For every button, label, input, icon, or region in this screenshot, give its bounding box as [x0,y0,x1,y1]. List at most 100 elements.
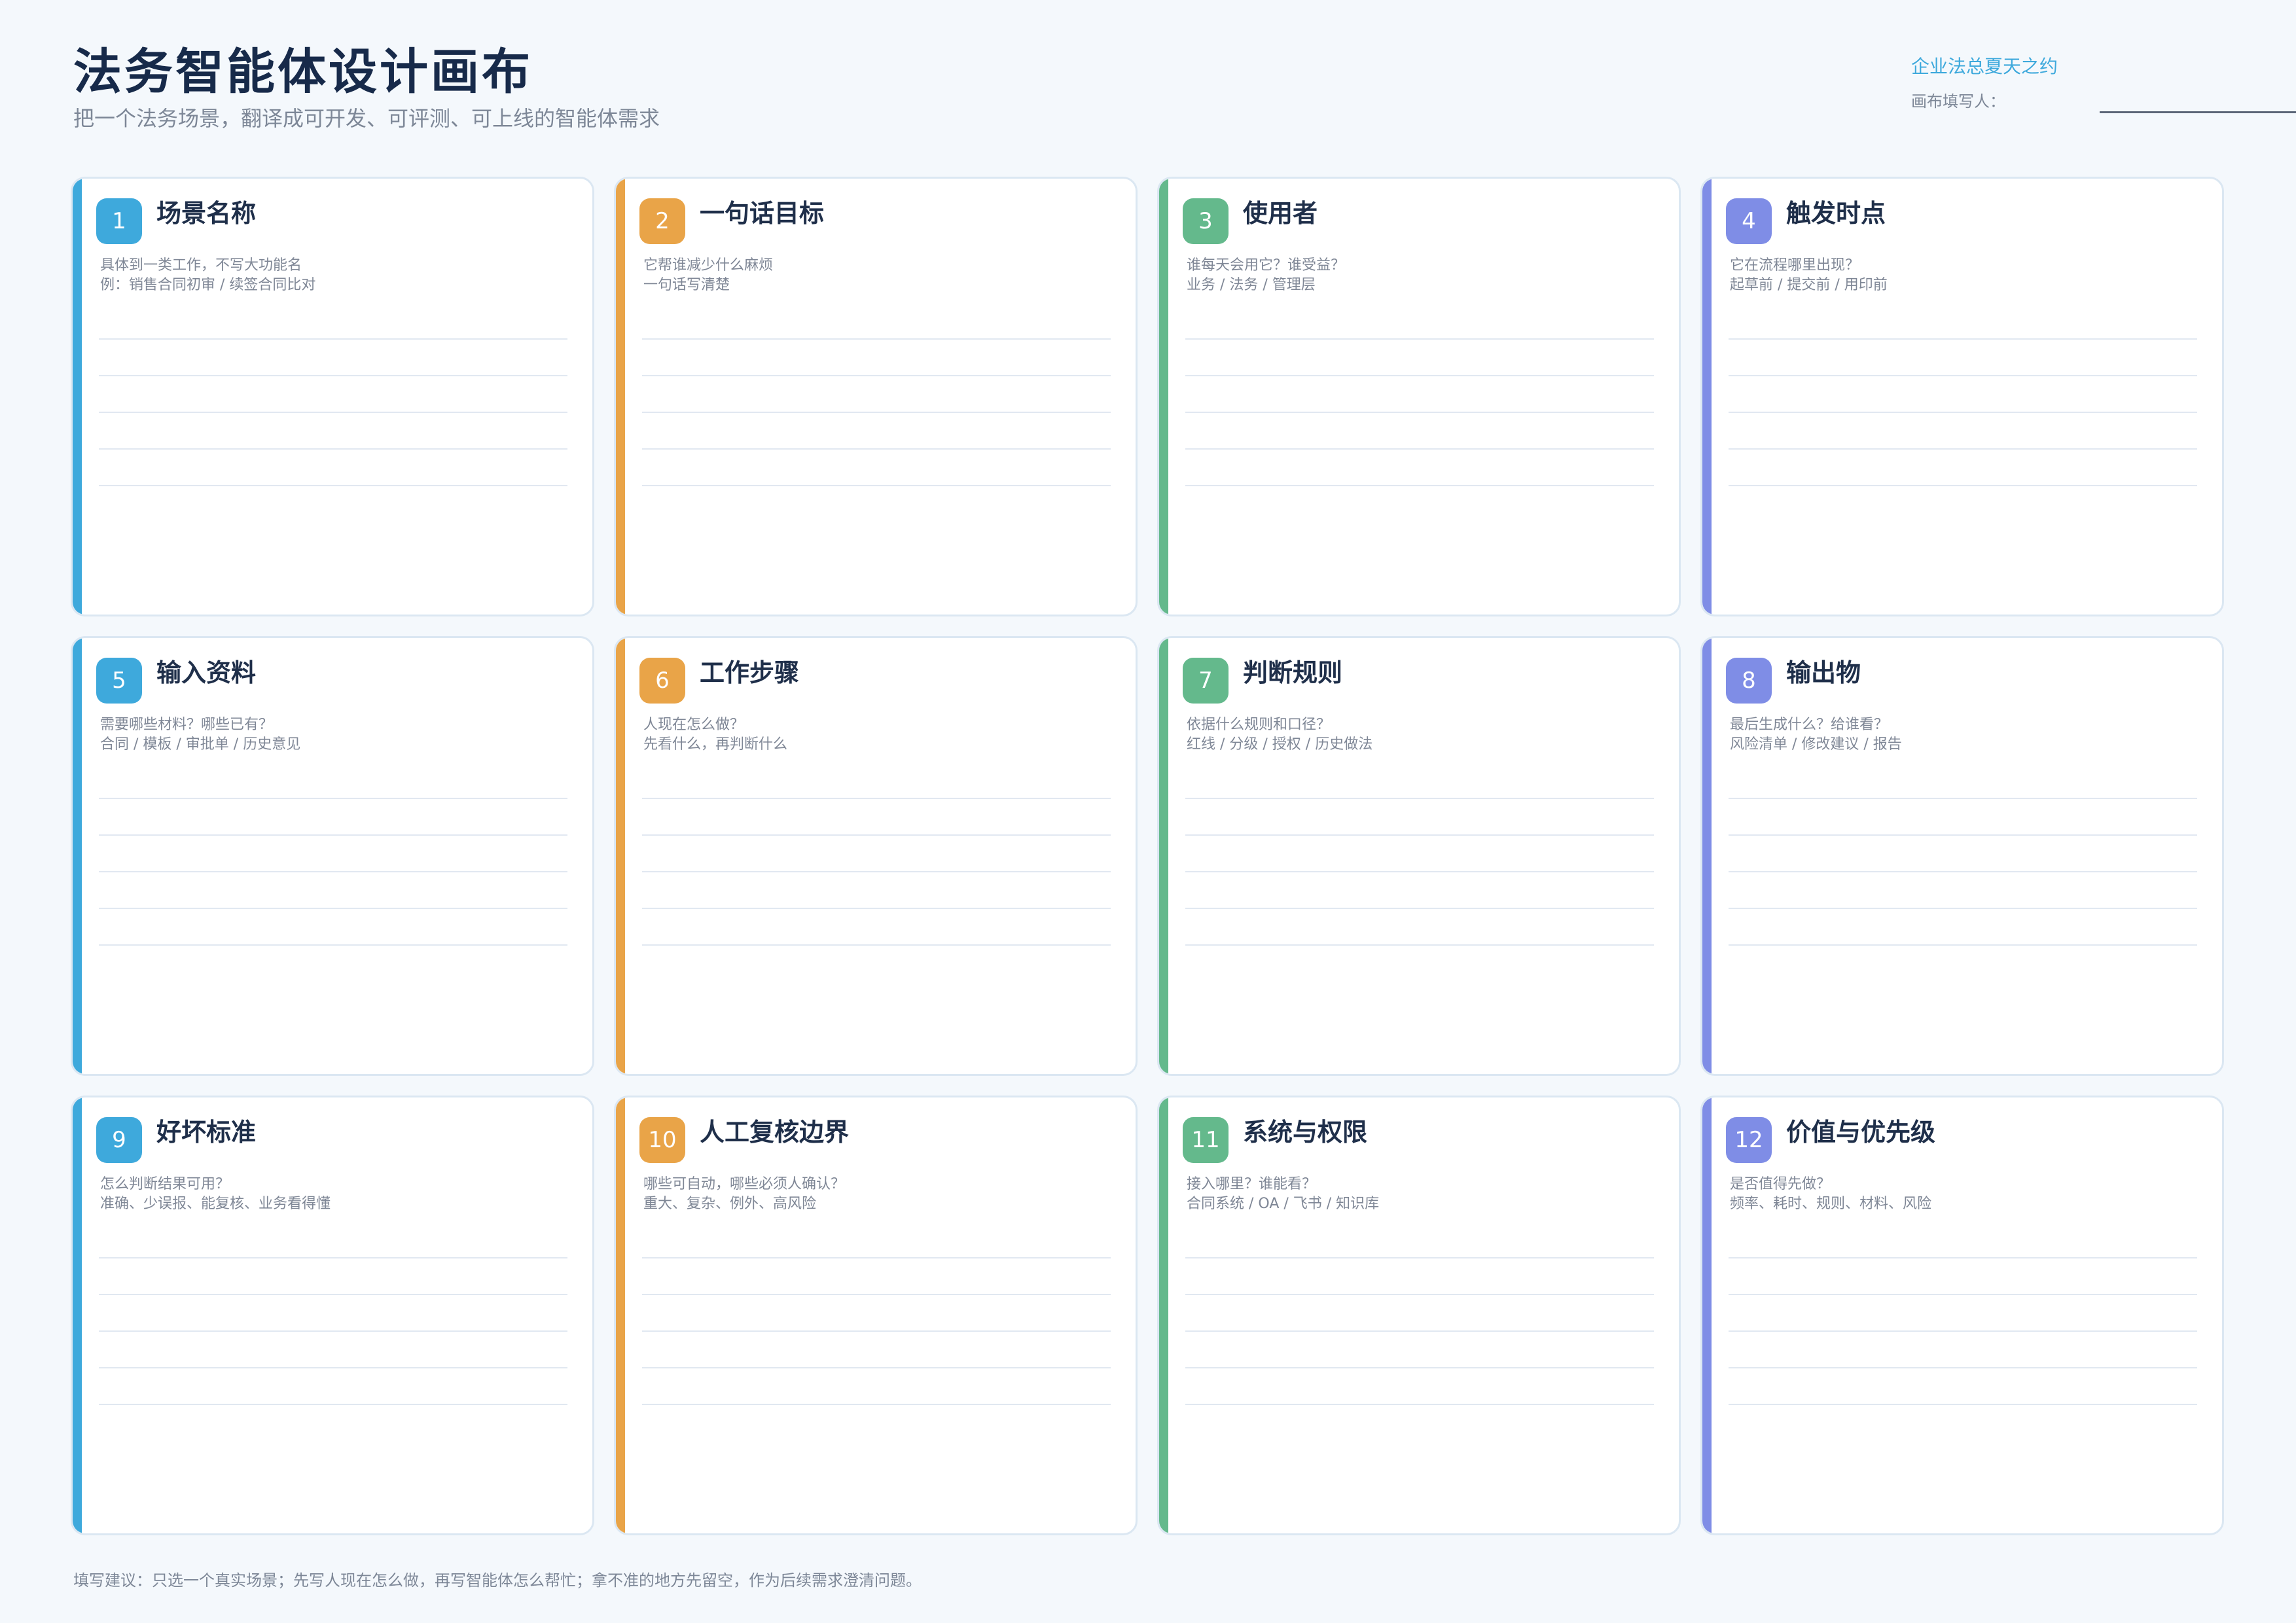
card-6: 6 工作步骤 人现在怎么做？ 先看什么，再判断什么 [614,636,1138,1076]
card-prompt: 具体到一类工作，不写大功能名 例：销售合同初审 / 续签合同比对 [100,256,571,295]
writing-line[interactable] [642,448,1111,450]
writing-line[interactable] [1729,798,2197,799]
writing-line[interactable] [1185,1294,1654,1295]
writing-line[interactable] [1185,412,1654,413]
writing-line[interactable] [642,871,1111,872]
writing-line[interactable] [642,834,1111,836]
writing-line[interactable] [642,908,1111,909]
card-prompt-line-2: 一句话写清楚 [643,277,730,293]
writing-line[interactable] [642,1404,1111,1405]
card-accent [73,179,82,615]
card-prompt: 依据什么规则和口径？ 红线 / 分级 / 授权 / 历史做法 [1187,715,1658,755]
filler-block: 画布填写人： [1911,90,2296,116]
writing-line[interactable] [642,1257,1111,1258]
writing-line[interactable] [99,944,567,946]
writing-line[interactable] [1729,1367,2197,1368]
writing-line[interactable] [1729,871,2197,872]
writing-line[interactable] [642,1367,1111,1368]
writing-line[interactable] [1185,834,1654,836]
writing-line[interactable] [642,338,1111,340]
writing-line[interactable] [1185,338,1654,340]
card-7: 7 判断规则 依据什么规则和口径？ 红线 / 分级 / 授权 / 历史做法 [1157,636,1681,1076]
card-prompt-line-2: 重大、复杂、例外、高风险 [643,1196,817,1212]
card-accent [1702,1097,1712,1533]
writing-line[interactable] [99,1404,567,1405]
card-number-badge: 10 [639,1117,685,1163]
writing-line[interactable] [642,412,1111,413]
card-number-badge: 3 [1183,198,1229,244]
card-number-badge: 5 [96,658,142,704]
canvas-grid: 1 场景名称 具体到一类工作，不写大功能名 例：销售合同初审 / 续签合同比对 … [71,177,2225,1538]
writing-line[interactable] [99,412,567,413]
writing-line[interactable] [1729,338,2197,340]
writing-line[interactable] [1185,908,1654,909]
writing-line[interactable] [1185,1257,1654,1258]
writing-line[interactable] [642,798,1111,799]
writing-line[interactable] [99,798,567,799]
card-prompt: 它在流程哪里出现？ 起草前 / 提交前 / 用印前 [1730,256,2201,295]
card-12: 12 价值与优先级 是否值得先做？ 频率、耗时、规则、材料、风险 [1700,1096,2224,1535]
writing-line[interactable] [99,871,567,872]
writing-line[interactable] [1729,375,2197,376]
writing-line[interactable] [99,485,567,486]
writing-line[interactable] [99,1367,567,1368]
writing-line[interactable] [99,375,567,376]
card-1: 1 场景名称 具体到一类工作，不写大功能名 例：销售合同初审 / 续签合同比对 [71,177,594,616]
card-prompt: 谁每天会用它？谁受益？ 业务 / 法务 / 管理层 [1187,256,1658,295]
card-5: 5 输入资料 需要哪些材料？哪些已有？ 合同 / 模板 / 审批单 / 历史意见 [71,636,594,1076]
writing-line[interactable] [1729,834,2197,836]
writing-line[interactable] [1185,485,1654,486]
writing-line[interactable] [1185,1404,1654,1405]
card-prompt-line-2: 先看什么，再判断什么 [643,736,788,753]
writing-line[interactable] [1729,1294,2197,1295]
card-prompt: 需要哪些材料？哪些已有？ 合同 / 模板 / 审批单 / 历史意见 [100,715,571,755]
writing-line[interactable] [99,448,567,450]
writing-line[interactable] [1729,1404,2197,1405]
card-number-badge: 12 [1726,1117,1772,1163]
writing-line[interactable] [99,1330,567,1332]
card-prompt-line-1: 怎么判断结果可用？ [100,1176,230,1192]
writing-line[interactable] [1729,944,2197,946]
writing-line[interactable] [1185,1367,1654,1368]
card-title: 系统与权限 [1243,1118,1368,1147]
card-prompt: 人现在怎么做？ 先看什么，再判断什么 [643,715,1115,755]
writing-line[interactable] [1185,944,1654,946]
writing-line[interactable] [99,1257,567,1258]
card-prompt-line-1: 人现在怎么做？ [643,717,745,733]
card-prompt-line-1: 哪些可自动，哪些必须人确认？ [643,1176,846,1192]
writing-line[interactable] [1185,375,1654,376]
filler-signature-line[interactable] [2100,111,2296,113]
writing-line[interactable] [1185,1330,1654,1332]
writing-line[interactable] [1185,448,1654,450]
writing-line[interactable] [1185,871,1654,872]
writing-line[interactable] [642,944,1111,946]
writing-line[interactable] [1729,908,2197,909]
writing-line[interactable] [1185,798,1654,799]
writing-line[interactable] [99,338,567,340]
card-prompt-line-1: 它帮谁减少什么麻烦 [643,257,774,274]
card-8: 8 输出物 最后生成什么？给谁看？ 风险清单 / 修改建议 / 报告 [1700,636,2224,1076]
writing-line[interactable] [642,1294,1111,1295]
writing-line[interactable] [99,908,567,909]
footer-note: 填写建议：只选一个真实场景；先写人现在怎么做，再写智能体怎么帮忙；拿不准的地方先… [73,1571,922,1590]
writing-line[interactable] [1729,448,2197,450]
card-number-badge: 9 [96,1117,142,1163]
writing-line[interactable] [642,485,1111,486]
card-prompt-line-1: 它在流程哪里出现？ [1730,257,1860,274]
writing-line[interactable] [1729,1330,2197,1332]
writing-line[interactable] [99,834,567,836]
writing-line[interactable] [1729,485,2197,486]
card-number-badge: 8 [1726,658,1772,704]
card-prompt-line-1: 是否值得先做？ [1730,1176,1831,1192]
writing-line[interactable] [1729,412,2197,413]
writing-line[interactable] [1729,1257,2197,1258]
page-title: 法务智能体设计画布 [73,44,533,100]
card-title: 判断规则 [1243,658,1343,687]
card-title: 使用者 [1243,199,1318,228]
card-title: 人工复核边界 [700,1118,850,1147]
writing-line[interactable] [642,1330,1111,1332]
card-prompt-line-1: 具体到一类工作，不写大功能名 [100,257,302,274]
card-accent [616,1097,625,1533]
writing-line[interactable] [642,375,1111,376]
writing-line[interactable] [99,1294,567,1295]
